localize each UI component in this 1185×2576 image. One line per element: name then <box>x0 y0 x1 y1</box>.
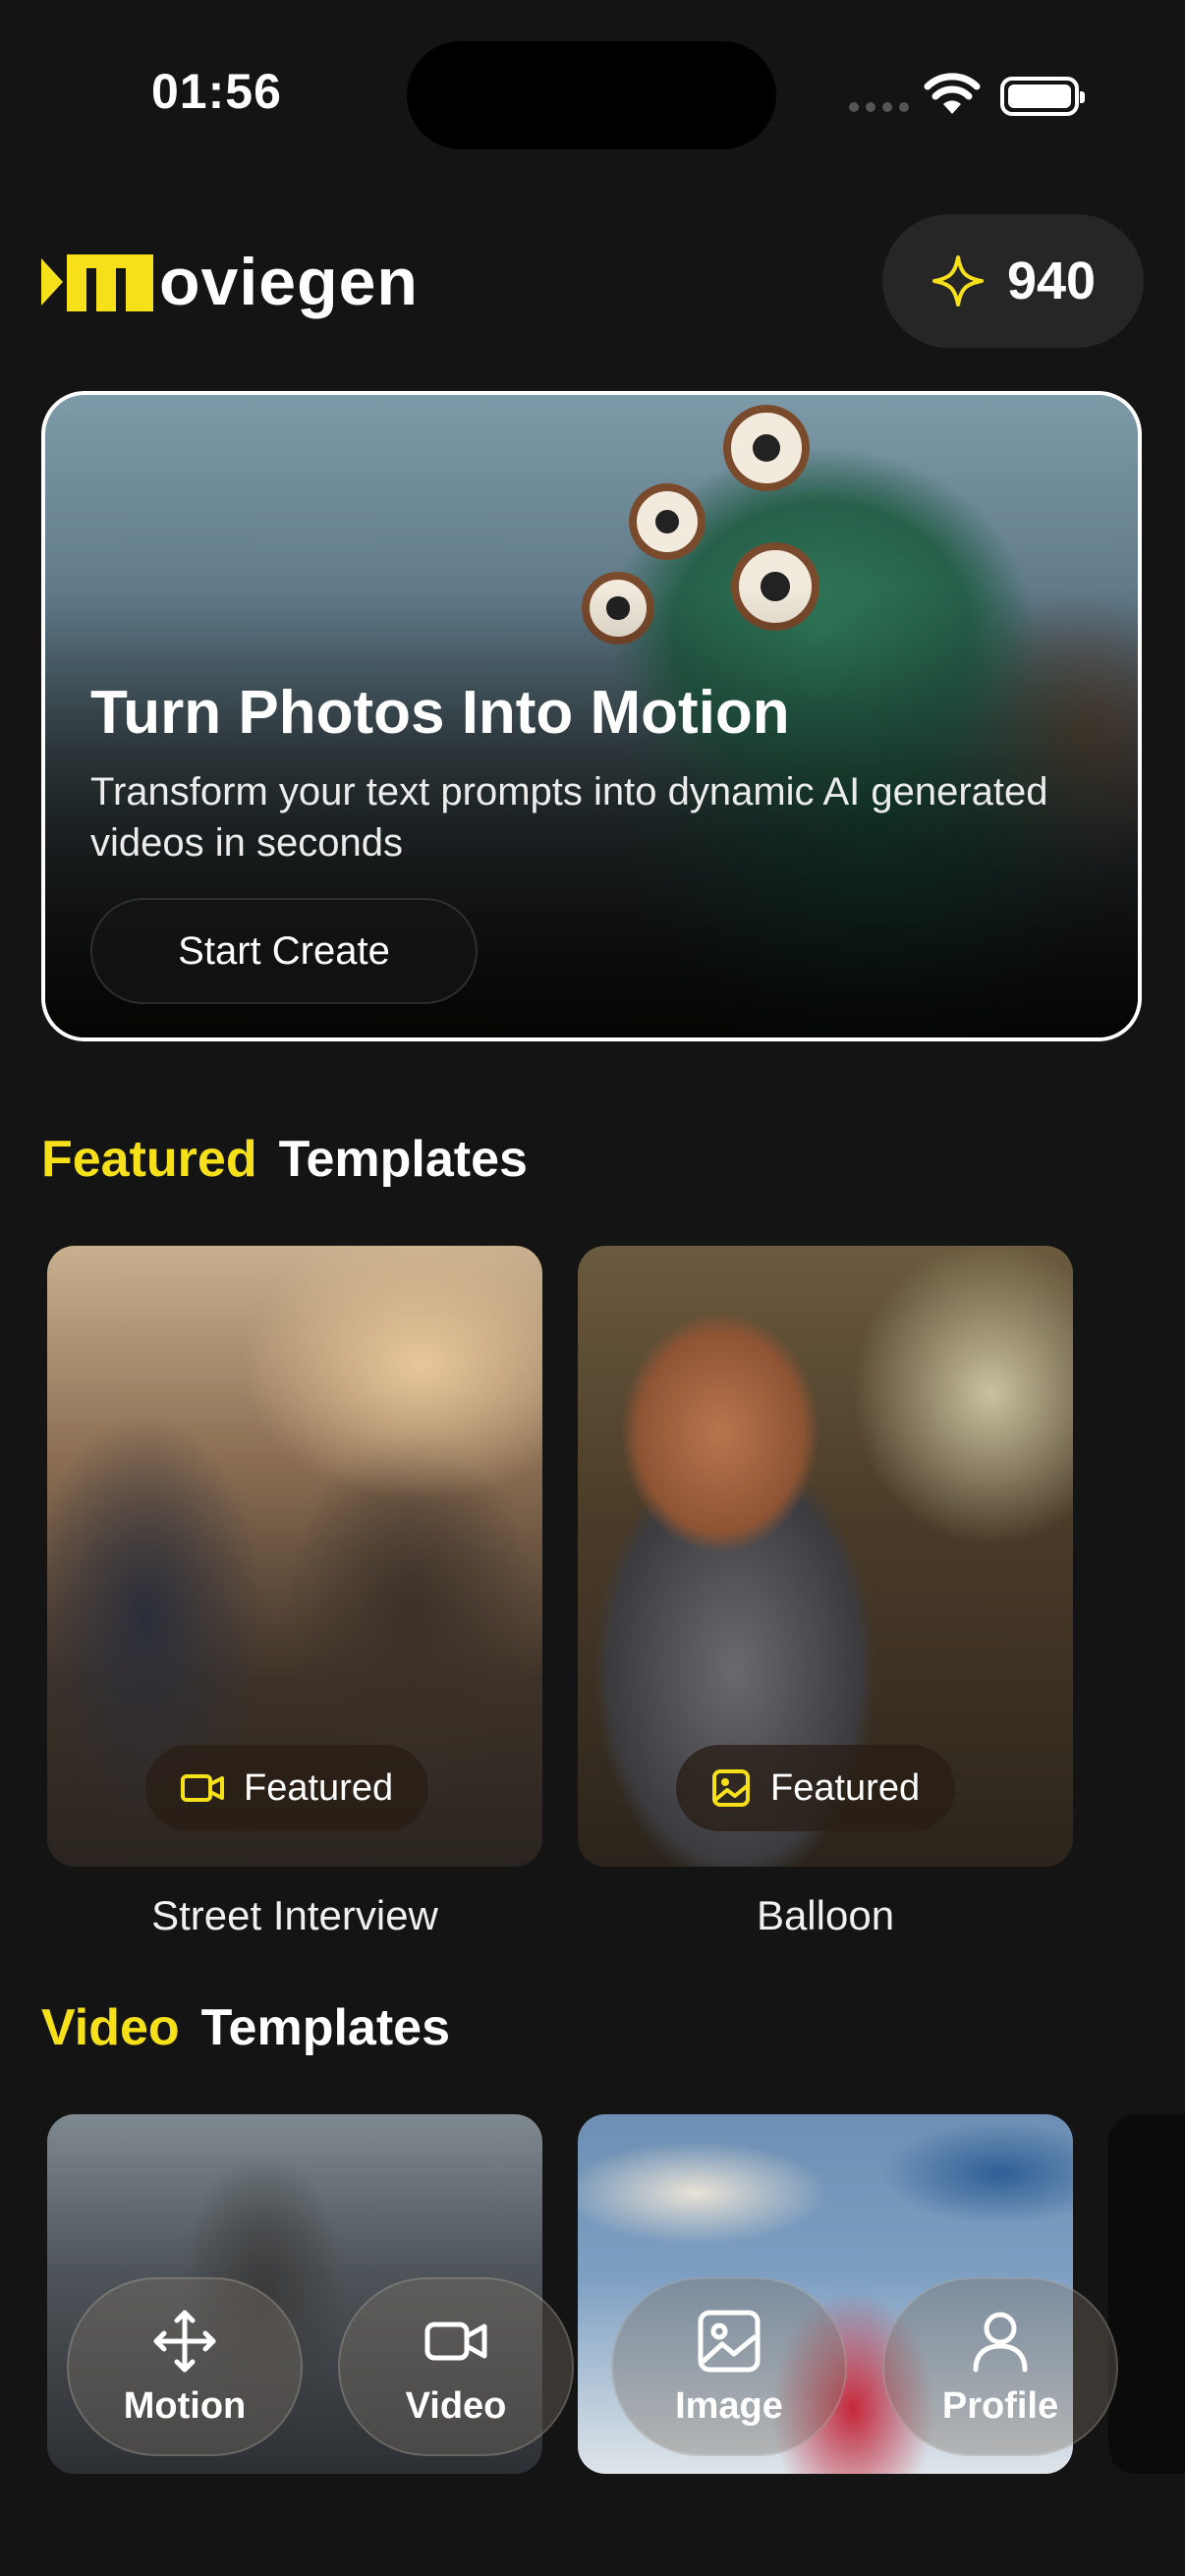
battery-icon <box>1000 77 1085 116</box>
template-label: Street Interview <box>151 1892 438 1938</box>
badge-label: Featured <box>244 1766 394 1809</box>
app-logo: oviegen <box>41 244 419 320</box>
template-card-street-interview[interactable]: Featured <box>47 1246 542 1867</box>
featured-badge: Featured <box>145 1745 429 1831</box>
credits-count: 940 <box>1006 252 1097 310</box>
bottom-nav: Motion Video Image Profile <box>0 2277 1185 2456</box>
wifi-icon <box>924 73 981 114</box>
hero-title: Turn Photos Into Motion <box>90 679 790 747</box>
nav-label: Image <box>675 2384 783 2427</box>
nav-image[interactable]: Image <box>611 2277 847 2456</box>
status-time: 01:56 <box>151 64 282 119</box>
badge-label: Featured <box>770 1766 921 1809</box>
heading-accent: Featured <box>41 1131 257 1188</box>
featured-templates-heading: Featured Templates <box>41 1130 528 1189</box>
image-icon <box>712 1769 750 1807</box>
hero-banner[interactable]: Turn Photos Into Motion Transform your t… <box>41 391 1142 1041</box>
heading-text: Templates <box>200 1999 450 2056</box>
template-card-balloon[interactable]: Featured <box>578 1246 1073 1867</box>
heading-accent: Video <box>41 1999 180 2056</box>
cellular-signal-icon <box>849 102 909 112</box>
nav-video[interactable]: Video <box>338 2277 574 2456</box>
featured-badge: Featured <box>676 1745 956 1831</box>
video-camera-icon <box>181 1774 224 1802</box>
start-create-button[interactable]: Start Create <box>90 898 478 1004</box>
credits-badge[interactable]: 940 <box>882 214 1144 348</box>
move-arrows-icon <box>153 2310 216 2372</box>
image-icon <box>698 2310 761 2372</box>
video-templates-heading: Video Templates <box>41 1998 450 2057</box>
nav-label: Video <box>405 2384 507 2427</box>
nav-label: Motion <box>123 2384 247 2427</box>
dynamic-island <box>407 41 776 149</box>
template-label: Balloon <box>756 1892 895 1938</box>
sparkle-icon <box>931 255 984 307</box>
nav-label: Profile <box>941 2384 1059 2427</box>
user-icon <box>973 2312 1028 2372</box>
logo-mark-icon <box>41 254 153 311</box>
nav-profile[interactable]: Profile <box>882 2277 1118 2456</box>
nav-motion[interactable]: Motion <box>67 2277 303 2456</box>
video-camera-icon <box>424 2322 487 2360</box>
hero-subtitle: Transform your text prompts into dynamic… <box>90 770 1048 865</box>
logo-text: oviegen <box>159 245 419 319</box>
heading-text: Templates <box>278 1131 528 1188</box>
